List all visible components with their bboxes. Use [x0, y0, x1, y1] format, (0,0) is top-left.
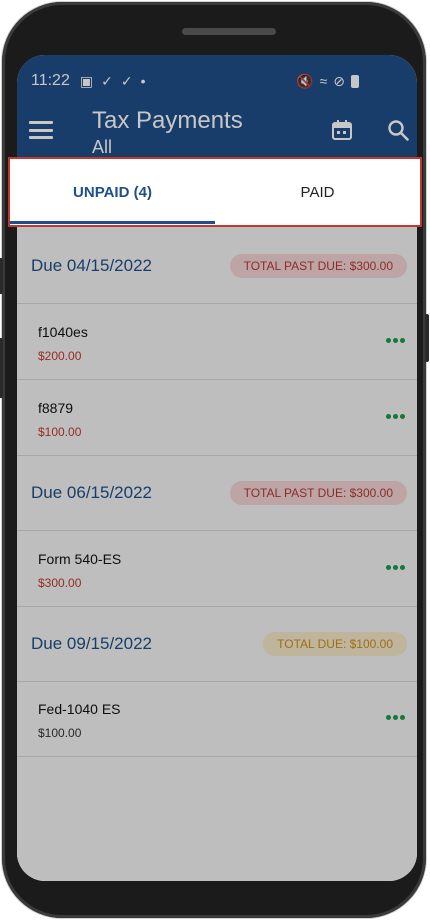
list-item[interactable]: Form 540-ES $300.00 — [17, 531, 417, 607]
do-not-disturb-icon: ⊘ — [333, 72, 345, 89]
volume-button — [0, 338, 3, 398]
tab-paid[interactable]: PAID — [215, 159, 420, 225]
battery-icon — [351, 74, 359, 88]
more-horizontal-icon[interactable] — [384, 565, 405, 570]
dot-icon: • — [140, 73, 146, 89]
due-date: Due 04/15/2022 — [31, 256, 152, 275]
status-icons: 🔇 ≈ ⊘ — [290, 71, 359, 91]
search-icon[interactable] — [387, 119, 409, 141]
status-badge: TOTAL DUE: $100.00 — [263, 632, 407, 656]
page-subtitle[interactable]: All — [92, 137, 112, 158]
status-time: 11:22 — [31, 72, 70, 89]
list-item[interactable]: Fed-1040 ES $100.00 — [17, 681, 417, 757]
tab-bar: UNPAID (4) PAID — [8, 157, 422, 227]
volume-button — [0, 258, 3, 294]
app-bar: 11:22 ▣ ✓ ✓ • 🔇 ≈ ⊘ Tax Payments All — [17, 55, 417, 159]
menu-icon[interactable] — [29, 121, 53, 139]
list-item[interactable]: f8879 $100.00 — [17, 380, 417, 456]
status-badge: TOTAL PAST DUE: $300.00 — [229, 481, 407, 505]
amount: $100.00 — [38, 425, 82, 439]
due-date: Due 09/15/2022 — [31, 634, 152, 653]
amount: $100.00 — [38, 726, 82, 740]
due-date: Due 06/15/2022 — [31, 483, 152, 502]
amount: $200.00 — [38, 349, 82, 363]
form-name: f8879 — [38, 400, 74, 416]
check-icon: ✓ — [101, 72, 113, 89]
page-title: Tax Payments — [92, 107, 243, 134]
due-group-header: Due 06/15/2022 TOTAL PAST DUE: $300.00 — [17, 456, 417, 531]
due-group-header: Due 04/15/2022 TOTAL PAST DUE: $300.00 — [17, 229, 417, 304]
calendar-icon[interactable] — [331, 119, 353, 141]
power-button — [425, 314, 429, 362]
phone-frame: 11:22 ▣ ✓ ✓ • 🔇 ≈ ⊘ Tax Payments All Due… — [0, 2, 429, 918]
status-badge: TOTAL PAST DUE: $300.00 — [229, 254, 407, 278]
mute-icon: 🔇 — [296, 72, 314, 89]
notification-icon: ▣ — [79, 72, 94, 89]
form-name: Fed-1040 ES — [38, 701, 121, 717]
check-icon: ✓ — [120, 72, 133, 89]
tab-indicator — [10, 221, 215, 224]
payments-list: Due 04/15/2022 TOTAL PAST DUE: $300.00 f… — [17, 159, 417, 881]
tab-unpaid[interactable]: UNPAID (4) — [10, 159, 215, 225]
wifi-icon: ≈ — [319, 73, 328, 89]
list-item[interactable]: f1040es $200.00 — [17, 304, 417, 380]
more-horizontal-icon[interactable] — [384, 338, 405, 343]
speaker-grille — [182, 28, 276, 35]
form-name: Form 540-ES — [38, 551, 122, 567]
status-bar: 11:22 ▣ ✓ ✓ • — [31, 71, 153, 91]
more-horizontal-icon[interactable] — [384, 715, 405, 720]
form-name: f1040es — [38, 324, 88, 340]
more-horizontal-icon[interactable] — [384, 414, 405, 419]
amount: $300.00 — [38, 576, 82, 590]
due-group-header: Due 09/15/2022 TOTAL DUE: $100.00 — [17, 607, 417, 682]
